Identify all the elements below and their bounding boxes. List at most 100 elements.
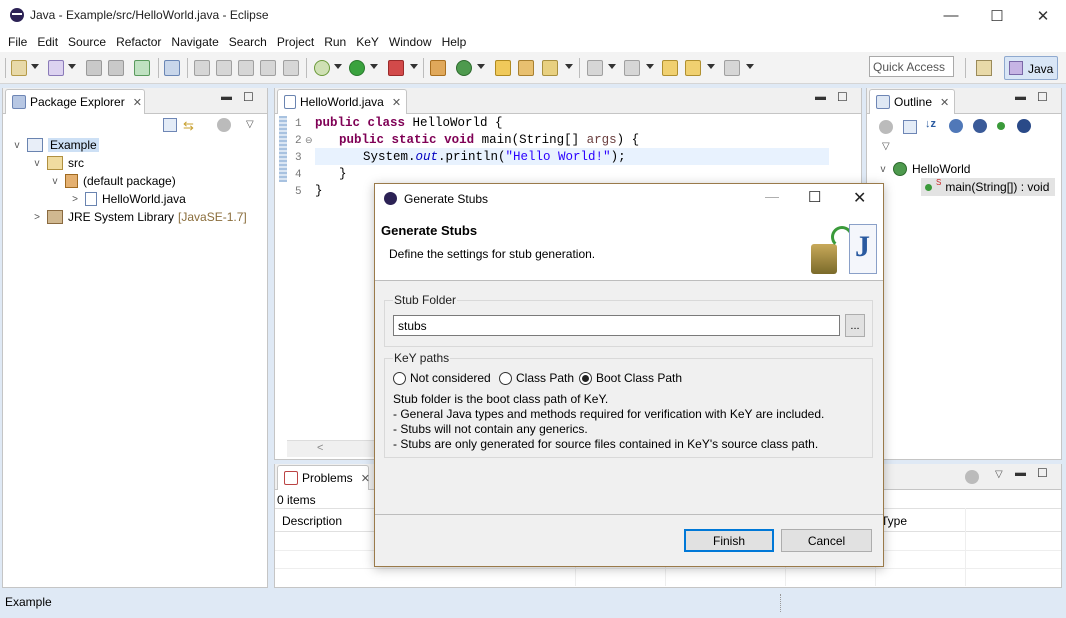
- new-class-dropdown-icon[interactable]: [477, 64, 485, 69]
- code-line-1[interactable]: public class HelloWorld {: [315, 116, 503, 130]
- minimize-view-icon[interactable]: ▬: [1015, 91, 1026, 103]
- maximize-view-icon[interactable]: ☐: [837, 90, 848, 104]
- tab-outline[interactable]: Outline ✕: [869, 89, 955, 114]
- run-external-icon[interactable]: [388, 60, 404, 76]
- finish-button[interactable]: Finish: [684, 529, 774, 552]
- menu-file[interactable]: File: [3, 35, 32, 49]
- tree-item-default-package[interactable]: v (default package): [49, 172, 176, 190]
- stub-folder-input[interactable]: stubs: [393, 315, 840, 336]
- terminate-icon[interactable]: [283, 60, 299, 76]
- tab-package-explorer[interactable]: Package Explorer ✕: [5, 89, 145, 114]
- tree-item-project[interactable]: v Example: [11, 136, 99, 154]
- maximize-view-icon[interactable]: ☐: [1037, 90, 1048, 104]
- code-line-2[interactable]: public static void main(String[] args) {: [339, 133, 639, 147]
- search-icon[interactable]: [542, 60, 558, 76]
- pin-icon[interactable]: [164, 60, 180, 76]
- hide-nonpublic-icon[interactable]: [997, 122, 1005, 130]
- forward-dropdown-icon[interactable]: [746, 64, 754, 69]
- previous-annotation-icon[interactable]: [624, 60, 640, 76]
- outline-item-method[interactable]: S main(String[]) : void: [921, 178, 1056, 196]
- minimize-view-icon[interactable]: ▬: [1015, 467, 1026, 479]
- open-type-icon[interactable]: [495, 60, 511, 76]
- menu-refactor[interactable]: Refactor: [111, 35, 166, 49]
- new-java-element-icon[interactable]: [48, 60, 64, 76]
- radio-class-path[interactable]: Class Path: [499, 371, 574, 385]
- close-icon[interactable]: ✕: [940, 96, 949, 109]
- new-package-icon[interactable]: [430, 60, 446, 76]
- radio-circle[interactable]: [393, 371, 406, 385]
- menu-search[interactable]: Search: [224, 35, 272, 49]
- back-dropdown-icon[interactable]: [707, 64, 715, 69]
- fold-icon[interactable]: ⊖: [305, 135, 313, 146]
- new-class-icon[interactable]: [456, 60, 472, 76]
- focus-on-task-icon[interactable]: [217, 118, 231, 132]
- debug-icon[interactable]: [314, 60, 330, 76]
- radio-circle[interactable]: [499, 371, 512, 385]
- minimize-view-icon[interactable]: ▬: [221, 91, 232, 103]
- collapse-arrow-icon[interactable]: v: [31, 158, 43, 169]
- tree-item-src[interactable]: v src: [31, 154, 84, 172]
- open-task-icon[interactable]: [518, 60, 534, 76]
- menu-window[interactable]: Window: [384, 35, 437, 49]
- run-icon[interactable]: [349, 60, 365, 76]
- new-icon[interactable]: [11, 60, 27, 76]
- outline-item-class[interactable]: v HelloWorld: [877, 160, 970, 178]
- close-button[interactable]: ✕: [1020, 0, 1066, 31]
- minimize-button[interactable]: —: [928, 0, 974, 31]
- view-menu-icon[interactable]: ▽: [246, 119, 254, 130]
- previous-annotation-dropdown-icon[interactable]: [646, 64, 654, 69]
- focus-on-task-icon[interactable]: [965, 470, 979, 484]
- hide-static-icon[interactable]: [973, 119, 987, 133]
- last-edit-icon[interactable]: [662, 60, 678, 76]
- debug-step-icon[interactable]: [194, 60, 210, 76]
- expand-arrow-icon[interactable]: >: [31, 212, 43, 223]
- menu-navigate[interactable]: Navigate: [166, 35, 223, 49]
- external-dropdown-icon[interactable]: [410, 64, 418, 69]
- scroll-left-icon[interactable]: <: [317, 442, 323, 454]
- debug-dropdown-icon[interactable]: [334, 64, 342, 69]
- save-all-icon[interactable]: [108, 60, 124, 76]
- console-icon[interactable]: [260, 60, 276, 76]
- collapse-arrow-icon[interactable]: v: [49, 176, 61, 187]
- code-line-5[interactable]: }: [315, 184, 323, 198]
- code-line-4[interactable]: }: [339, 167, 347, 181]
- run-dropdown-icon[interactable]: [370, 64, 378, 69]
- key-icon[interactable]: [134, 60, 150, 76]
- maximize-view-icon[interactable]: ☐: [243, 90, 254, 104]
- next-annotation-icon[interactable]: [587, 60, 603, 76]
- close-icon[interactable]: ✕: [392, 96, 401, 109]
- skip-breakpoints-icon[interactable]: [238, 60, 254, 76]
- collapse-all-icon[interactable]: [903, 120, 917, 134]
- tab-problems[interactable]: Problems ✕: [277, 465, 370, 490]
- column-description[interactable]: Description: [282, 514, 342, 528]
- radio-not-considered[interactable]: Not considered: [393, 371, 491, 385]
- new-element-dropdown-icon[interactable]: [68, 64, 76, 69]
- back-icon[interactable]: [685, 60, 701, 76]
- menu-help[interactable]: Help: [437, 35, 472, 49]
- focus-on-task-icon[interactable]: [879, 120, 893, 134]
- close-icon[interactable]: ✕: [133, 96, 142, 109]
- expand-arrow-icon[interactable]: >: [69, 194, 81, 205]
- tree-item-helloworld-java[interactable]: > HelloWorld.java: [69, 190, 186, 208]
- link-with-editor-icon[interactable]: ⇆: [183, 118, 199, 133]
- view-menu-icon[interactable]: ▽: [995, 469, 1003, 480]
- java-perspective-button[interactable]: Java: [1004, 56, 1058, 80]
- collapse-arrow-icon[interactable]: v: [11, 140, 23, 151]
- menu-source[interactable]: Source: [63, 35, 111, 49]
- tree-item-jre[interactable]: > JRE System Library [JavaSE-1.7]: [31, 208, 247, 226]
- dialog-maximize-button[interactable]: ☐: [808, 188, 821, 206]
- column-type[interactable]: Type: [881, 514, 907, 528]
- dialog-close-button[interactable]: ✕: [853, 188, 866, 208]
- code-line-3[interactable]: System.out.println("Hello World!");: [363, 150, 626, 164]
- open-perspective-icon[interactable]: [976, 60, 992, 76]
- tab-helloworld-java[interactable]: HelloWorld.java ✕: [277, 89, 407, 114]
- minimize-view-icon[interactable]: ▬: [815, 91, 826, 103]
- radio-boot-class-path[interactable]: Boot Class Path: [579, 371, 682, 385]
- close-icon[interactable]: ✕: [361, 472, 370, 485]
- maximize-view-icon[interactable]: ☐: [1037, 466, 1048, 480]
- view-menu-icon[interactable]: ▽: [882, 141, 890, 152]
- collapse-arrow-icon[interactable]: v: [877, 164, 889, 175]
- menu-edit[interactable]: Edit: [32, 35, 63, 49]
- search-dropdown-icon[interactable]: [565, 64, 573, 69]
- toggle-breakpoint-icon[interactable]: [216, 60, 232, 76]
